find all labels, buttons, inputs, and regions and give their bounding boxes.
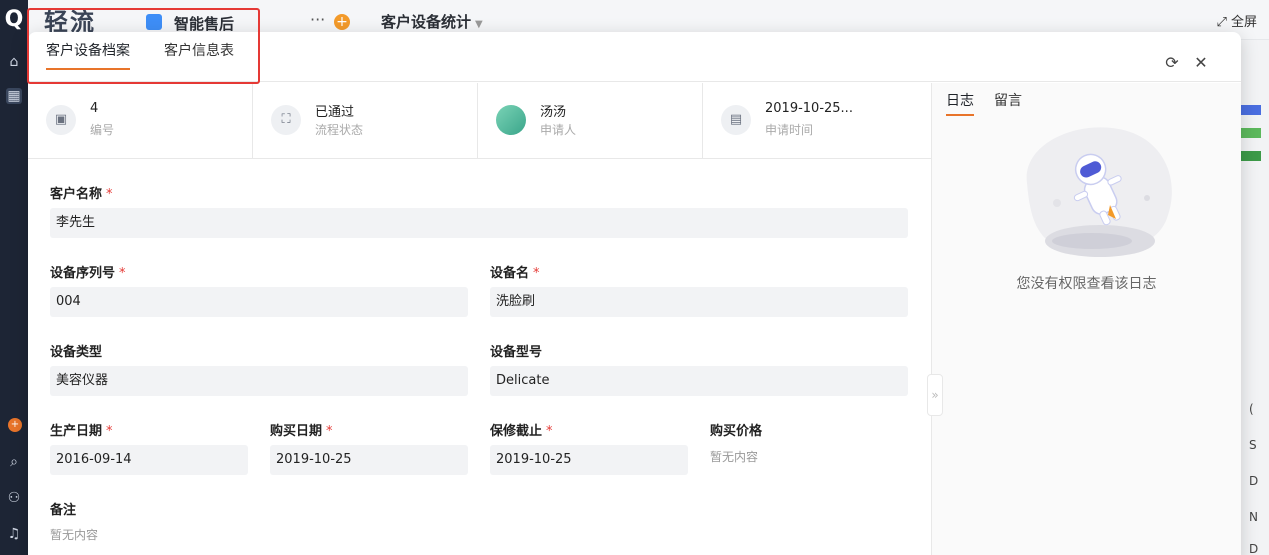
customer-name-field[interactable]: 李先生 <box>50 208 908 238</box>
id-card-icon: ▣ <box>46 105 76 135</box>
tab-customer-info[interactable]: 客户信息表 <box>164 40 234 60</box>
field-label-device-model: 设备型号 <box>490 345 543 360</box>
bar-blue <box>1241 105 1261 115</box>
refresh-icon[interactable]: ⟳ <box>1163 54 1181 72</box>
search-icon[interactable]: ⌕ <box>6 454 22 470</box>
summary-applicant: 汤汤 申请人 <box>478 83 703 159</box>
summary-label: 编号 <box>90 123 115 137</box>
fullscreen-button[interactable]: ⤢ 全屏 <box>1216 11 1257 30</box>
tab-customer-device-file[interactable]: 客户设备档案 <box>46 40 130 70</box>
tab-log[interactable]: 日志 <box>946 90 974 116</box>
summary-id: ▣ 4 编号 <box>28 83 253 159</box>
device-model-field[interactable]: Delicate <box>490 366 908 396</box>
serial-no-field[interactable]: 004 <box>50 287 468 317</box>
device-type-field[interactable]: 美容仪器 <box>50 366 468 396</box>
summary-apply-time: ▤ 2019-10-25... 申请时间 <box>703 83 931 159</box>
app-name[interactable]: 智能售后 <box>174 13 234 34</box>
logo-icon: Q <box>4 7 24 32</box>
apps-icon[interactable]: ▦ <box>6 88 22 104</box>
summary-value: 4 <box>90 101 99 116</box>
modal-header: 客户设备档案 客户信息表 ⟳ ✕ <box>28 32 1241 82</box>
field-label-production-date: 生产日期 * <box>50 424 113 439</box>
left-rail: Q ⌂ ▦ + ⌕ ⚇ ♫ <box>0 0 28 555</box>
app-icon <box>146 14 162 30</box>
field-label-remark: 备注 <box>50 503 77 518</box>
avatar <box>496 105 526 135</box>
log-panel: 日志 留言 您没有权限查看该日志 <box>932 83 1241 555</box>
device-name-field[interactable]: 洗脸刷 <box>490 287 908 317</box>
more-icon[interactable]: ··· <box>310 10 325 29</box>
field-label-device-name: 设备名 * <box>490 266 540 281</box>
bg-label: D <box>1249 542 1259 555</box>
summary-value: 2019-10-25... <box>765 101 853 116</box>
tab-message[interactable]: 留言 <box>994 90 1022 110</box>
bar-dark-green <box>1241 151 1261 161</box>
summary-row: ▣ 4 编号 ⛶ 已通过 流程状态 汤汤 申请人 ▤ 2019-10-25...… <box>28 83 931 159</box>
astronaut-illustration <box>1026 127 1172 257</box>
background-right-strip: ( S D N D <box>1241 40 1269 555</box>
flow-icon: ⛶ <box>271 105 301 135</box>
bg-label: N <box>1249 510 1258 524</box>
field-label-warranty-end: 保修截止 * <box>490 424 553 439</box>
bg-label: D <box>1249 474 1259 488</box>
record-detail-modal: 客户设备档案 客户信息表 ⟳ ✕ ▣ 4 编号 ⛶ 已通过 流程状态 汤汤 申请… <box>28 32 1241 555</box>
field-label-purchase-date: 购买日期 * <box>270 424 333 439</box>
summary-label: 流程状态 <box>315 123 364 137</box>
summary-flow-status: ⛶ 已通过 流程状态 <box>253 83 478 159</box>
expand-icon: ⤢ <box>1216 15 1227 30</box>
page-title[interactable]: 客户设备统计 ▼ <box>381 11 483 32</box>
no-permission-message: 您没有权限查看该日志 <box>1016 276 1157 292</box>
contacts-icon[interactable]: ⚇ <box>6 490 22 506</box>
field-label-customer-name: 客户名称 * <box>50 187 113 202</box>
add-icon[interactable]: + <box>334 14 350 30</box>
remark-value: 暂无内容 <box>50 528 99 542</box>
close-icon[interactable]: ✕ <box>1192 54 1210 72</box>
purchase-price-value: 暂无内容 <box>710 450 759 464</box>
production-date-field[interactable]: 2016-09-14 <box>50 445 248 475</box>
field-label-serial-no: 设备序列号 * <box>50 266 126 281</box>
bar-green <box>1241 128 1261 138</box>
bg-label: ( <box>1249 402 1254 416</box>
summary-value: 已通过 <box>315 105 355 120</box>
summary-label: 申请时间 <box>765 123 814 137</box>
chevron-down-icon: ▼ <box>475 19 483 30</box>
warranty-end-field[interactable]: 2019-10-25 <box>490 445 688 475</box>
summary-label: 申请人 <box>540 123 577 137</box>
purchase-date-field[interactable]: 2019-10-25 <box>270 445 468 475</box>
field-label-purchase-price: 购买价格 <box>710 424 763 439</box>
calendar-icon: ▤ <box>721 105 751 135</box>
field-label-device-type: 设备类型 <box>50 345 103 360</box>
summary-value: 汤汤 <box>540 105 567 120</box>
bg-label: S <box>1249 438 1257 452</box>
add-app-icon[interactable]: + <box>8 418 22 432</box>
record-form: 客户名称 * 李先生 设备序列号 * 004 设备名 * 洗脸刷 设备类型 美容仪器 … <box>28 160 931 555</box>
collapse-panel-button[interactable]: » <box>927 374 943 416</box>
bell-icon[interactable]: ♫ <box>6 526 22 542</box>
home-icon[interactable]: ⌂ <box>6 54 22 70</box>
